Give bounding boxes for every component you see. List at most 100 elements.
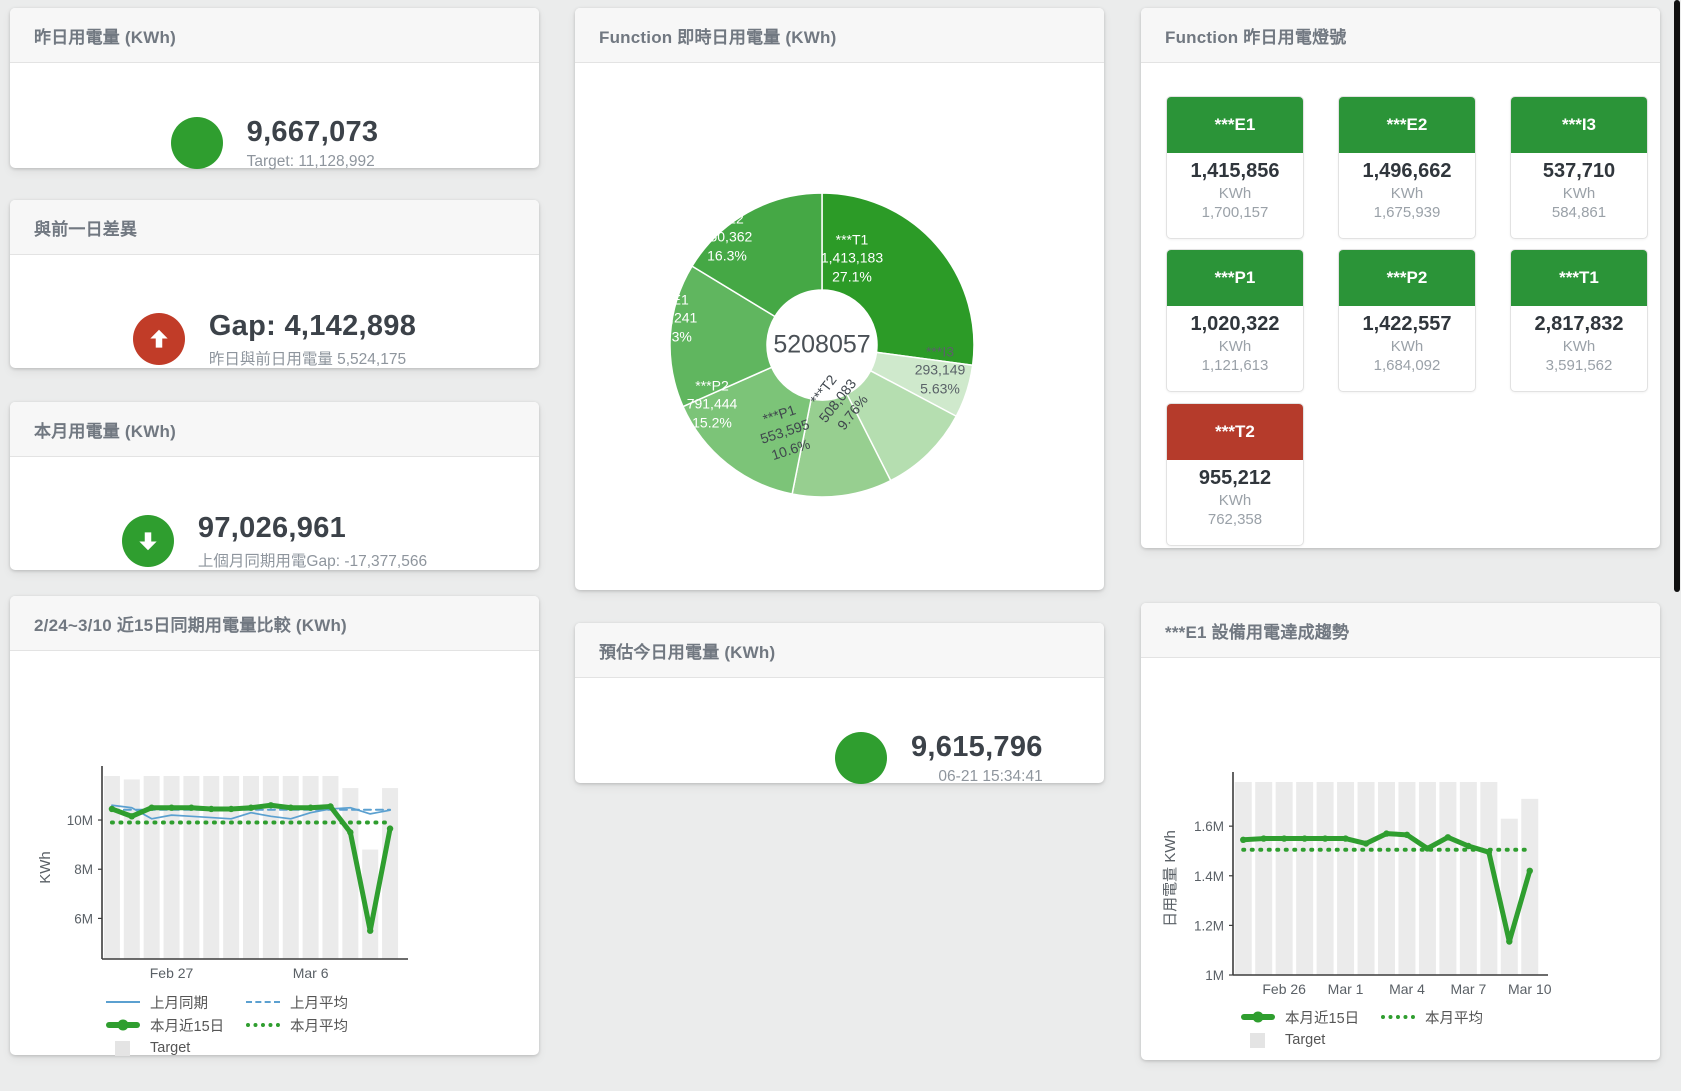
- panel-month-usage: 本月用電量 (KWh) 97,026,961 上個月同期用電Gap: -17,3…: [10, 402, 539, 570]
- donut-body: 5208057 ***T1 1,413,183 27.1% ***I3 293,…: [575, 63, 1104, 590]
- panel-header: 預估今日用電量 (KWh): [575, 623, 1104, 678]
- donut-center-total: 5208057: [773, 331, 870, 360]
- tile-value: 537,710: [1515, 160, 1643, 183]
- slice-name: ***E2: [702, 209, 753, 227]
- month-usage-gap: 上個月同期用電Gap: -17,377,566: [198, 549, 427, 571]
- arrow-down-icon: [135, 528, 161, 554]
- blue-line-swatch-icon: [106, 1001, 140, 1003]
- legend-item-this-month-avg[interactable]: 本月平均: [290, 1015, 376, 1036]
- yesterday-usage-value: 9,667,073: [247, 116, 379, 149]
- tile-unit: KWh: [1343, 338, 1471, 355]
- tile-target: 1,121,613: [1171, 357, 1299, 374]
- tile-value: 1,415,856: [1171, 160, 1299, 183]
- tile-target: 1,700,157: [1171, 204, 1299, 221]
- status-circle-icon: [171, 117, 223, 169]
- trend-legend: 本月近15日 本月平均 Target: [1241, 1006, 1511, 1051]
- donut-label-e1: ***E1 798,241 15.3%: [647, 290, 698, 345]
- panel-header: Function 即時日用電量 (KWh): [575, 8, 1104, 63]
- tile-header: ***T2: [1167, 404, 1303, 460]
- arrow-down-circle-icon: [122, 515, 174, 567]
- donut-label-i3: ***I3 293,149 5.63%: [915, 342, 966, 397]
- tile-i3: ***I3 537,710 KWh 584,861: [1510, 96, 1648, 239]
- panel-e1-trend-chart: ***E1 設備用電達成趨勢 1M1.2M1.4M1.6MFeb 26Mar 1…: [1141, 603, 1660, 1060]
- panel-title: 昨日用電量 (KWh): [34, 23, 176, 48]
- tile-value: 955,212: [1171, 467, 1299, 490]
- panel-title: 本月用電量 (KWh): [34, 417, 176, 442]
- stat-text: 9,667,073 Target: 11,128,992: [247, 116, 379, 171]
- target-box-swatch-icon: [115, 1041, 130, 1056]
- estimate-timestamp: 06-21 15:34:41: [911, 768, 1043, 786]
- estimate-value: 9,615,796: [911, 731, 1043, 764]
- tile-target: 584,861: [1515, 204, 1643, 221]
- legend-item-target[interactable]: Target: [1285, 1032, 1371, 1048]
- stat-text: 9,615,796 06-21 15:34:41: [911, 731, 1043, 786]
- tile-p1: ***P1 1,020,322 KWh 1,121,613: [1166, 249, 1304, 392]
- tile-t1: ***T1 2,817,832 KWh 3,591,562: [1510, 249, 1648, 392]
- stat-body: Gap: 4,142,898 昨日與前日用電量 5,524,175: [10, 255, 539, 423]
- blue-dash-swatch-icon: [246, 1001, 280, 1003]
- legend-item-this-month[interactable]: 本月近15日: [1285, 1007, 1371, 1028]
- target-box-swatch-icon: [1250, 1033, 1265, 1048]
- slice-value: 791,444: [687, 395, 738, 413]
- compare-legend: 上月同期 上月平均 本月近15日 本月平均 Target: [106, 991, 376, 1059]
- donut-label-e2: ***E2 850,362 16.3%: [702, 209, 753, 264]
- panel-light-status: Function 昨日用電燈號 ***E1 1,415,856 KWh 1,70…: [1141, 8, 1660, 548]
- svg-text:Mar 7: Mar 7: [1450, 981, 1486, 997]
- svg-text:1.4M: 1.4M: [1194, 869, 1224, 884]
- gap-subtitle: 昨日與前日用電量 5,524,175: [209, 347, 416, 369]
- svg-text:1.2M: 1.2M: [1194, 918, 1224, 933]
- slice-name: ***P2: [687, 376, 738, 394]
- slice-pct: 27.1%: [821, 267, 883, 285]
- legend-item-target[interactable]: Target: [150, 1040, 236, 1056]
- month-usage-value: 97,026,961: [198, 512, 427, 545]
- compare-chart-body: 6M8M10MFeb 27Mar 6KWh 上月同期 上月平均 本月近15日 本…: [10, 651, 539, 1055]
- yesterday-usage-target: Target: 11,128,992: [247, 153, 379, 171]
- tile-target: 3,591,562: [1515, 357, 1643, 374]
- compare-line-chart: 6M8M10MFeb 27Mar 6KWh: [10, 651, 539, 991]
- tile-value: 1,020,322: [1171, 313, 1299, 336]
- panel-yesterday-usage: 昨日用電量 (KWh) 9,667,073 Target: 11,128,992: [10, 8, 539, 168]
- tile-e1: ***E1 1,415,856 KWh 1,700,157: [1166, 96, 1304, 239]
- svg-text:Feb 27: Feb 27: [150, 965, 194, 981]
- legend-item-this-month-avg[interactable]: 本月平均: [1425, 1007, 1511, 1028]
- scrollbar-thumb[interactable]: [1674, 0, 1680, 592]
- stat-text: 97,026,961 上個月同期用電Gap: -17,377,566: [198, 512, 427, 571]
- svg-text:日用電量 KWh: 日用電量 KWh: [1162, 830, 1179, 927]
- slice-pct: 5.63%: [915, 379, 966, 397]
- legend-item-last-month-avg[interactable]: 上月平均: [290, 992, 376, 1013]
- slice-value: 1,413,183: [821, 249, 883, 267]
- tile-value: 2,817,832: [1515, 313, 1643, 336]
- svg-text:1.6M: 1.6M: [1194, 819, 1224, 834]
- panel-header: 與前一日差異: [10, 200, 539, 255]
- tile-unit: KWh: [1171, 492, 1299, 509]
- tile-header: ***P1: [1167, 250, 1303, 306]
- slice-value: 798,241: [647, 309, 698, 327]
- tile-header: ***E2: [1339, 97, 1475, 153]
- panel-compare-chart: 2/24~3/10 近15日同期用電量比較 (KWh) 6M8M10MFeb 2…: [10, 596, 539, 1055]
- svg-text:Feb 26: Feb 26: [1262, 981, 1306, 997]
- tile-value: 1,422,557: [1343, 313, 1471, 336]
- svg-text:1M: 1M: [1205, 968, 1224, 983]
- panel-title: 預估今日用電量 (KWh): [599, 638, 775, 663]
- gap-value: Gap: 4,142,898: [209, 310, 416, 343]
- stat-body: 9,615,796 06-21 15:34:41: [637, 678, 1166, 838]
- legend-row: 本月近15日 本月平均: [1241, 1006, 1511, 1028]
- tile-unit: KWh: [1515, 338, 1643, 355]
- svg-text:KWh: KWh: [37, 851, 54, 884]
- legend-item-this-month[interactable]: 本月近15日: [150, 1015, 236, 1036]
- trend-line-chart: 1M1.2M1.4M1.6MFeb 26Mar 1Mar 4Mar 7Mar 1…: [1141, 658, 1660, 1002]
- tile-header: ***P2: [1339, 250, 1475, 306]
- arrow-up-icon: [146, 326, 172, 352]
- slice-value: 293,149: [915, 361, 966, 379]
- tile-unit: KWh: [1515, 185, 1643, 202]
- tile-target: 762,358: [1171, 511, 1299, 528]
- svg-text:8M: 8M: [74, 862, 93, 877]
- slice-pct: 15.3%: [647, 327, 698, 345]
- tile-unit: KWh: [1343, 185, 1471, 202]
- panel-day-gap: 與前一日差異 Gap: 4,142,898 昨日與前日用電量 5,524,175: [10, 200, 539, 368]
- tile-unit: KWh: [1171, 185, 1299, 202]
- legend-item-last-month[interactable]: 上月同期: [150, 992, 236, 1013]
- tile-t2: ***T2 955,212 KWh 762,358: [1166, 403, 1304, 546]
- tile-target: 1,684,092: [1343, 357, 1471, 374]
- panel-title: 2/24~3/10 近15日同期用電量比較 (KWh): [34, 611, 347, 636]
